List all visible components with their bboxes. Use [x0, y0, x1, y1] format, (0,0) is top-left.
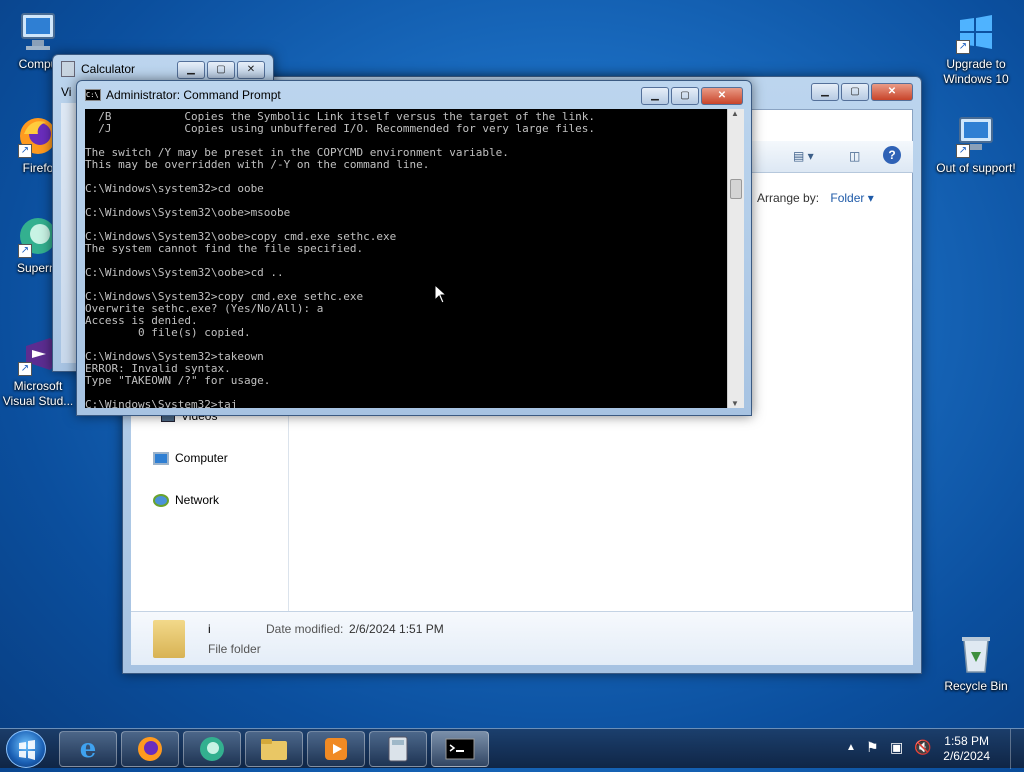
shortcut-arrow-icon: ↗ [18, 244, 32, 258]
network-tray-icon[interactable]: ▣ [890, 739, 903, 756]
volume-muted-icon[interactable]: 🔇 [914, 739, 931, 756]
details-pane: i File folder Date modified: 2/6/2024 1:… [131, 611, 913, 665]
arrange-by-label: Arrange by: [757, 191, 820, 205]
calculator-icon [388, 736, 408, 762]
calculator-title: Calculator [81, 62, 136, 76]
details-name: i [208, 622, 211, 636]
maximize-button[interactable]: ▢ [671, 87, 699, 105]
scroll-down-icon[interactable]: ▼ [731, 399, 739, 408]
minimize-button[interactable]: ▁ [811, 83, 839, 101]
desktop-icon-label: Microsoft Visual Stud... [2, 379, 74, 408]
taskbar-calculator[interactable] [369, 731, 427, 767]
arrange-by: Arrange by: Folder ▾ [757, 191, 874, 205]
maximize-button[interactable]: ▢ [207, 61, 235, 79]
computer-icon [153, 451, 169, 465]
view-options-icon[interactable]: ▤ ▾ [793, 149, 814, 163]
show-hidden-icons-icon[interactable]: ▲ [846, 742, 856, 753]
arrange-by-dropdown[interactable]: Folder ▾ [830, 191, 873, 205]
close-button[interactable]: ✕ [701, 87, 743, 105]
taskbar: e ▲ ⚑ ▣ 🔇 1:58 PM 2/6/2024 [0, 728, 1024, 769]
desktop-icon-out-of-support[interactable]: ↗ Out of support! [936, 114, 1016, 176]
desktop-icon-upgrade[interactable]: ↗ Upgrade to Windows 10 [936, 10, 1016, 87]
nav-item-computer[interactable]: Computer [153, 451, 228, 465]
clock-time: 1:58 PM [944, 734, 989, 748]
ie-icon: e [79, 734, 97, 764]
desktop-icon-recycle-bin[interactable]: Recycle Bin [936, 632, 1016, 694]
firefox-icon [138, 737, 162, 761]
action-center-flag-icon[interactable]: ⚑ [866, 739, 879, 756]
computer-warning-icon: ↗ [954, 114, 998, 158]
show-desktop-button[interactable] [1010, 729, 1024, 769]
minimize-button[interactable]: ▁ [177, 61, 205, 79]
desktop-icon-label: Recycle Bin [944, 679, 1008, 693]
desktop-icon-label: Firefo [22, 161, 54, 175]
close-button[interactable]: ✕ [871, 83, 913, 101]
desktop-icon-label: Upgrade to Windows 10 [943, 57, 1009, 86]
scroll-up-icon[interactable]: ▲ [731, 109, 739, 118]
cmd-console[interactable]: /B Copies the Symbolic Link itself versu… [85, 109, 727, 408]
nav-item-network[interactable]: Network [153, 493, 219, 507]
close-button[interactable]: ✕ [237, 61, 265, 79]
calculator-menu[interactable]: Vi [61, 85, 71, 99]
cmd-output: /B Copies the Symbolic Link itself versu… [85, 110, 595, 409]
computer-icon [16, 10, 60, 54]
maximize-button[interactable]: ▢ [841, 83, 869, 101]
taskbar-internet-explorer[interactable]: e [59, 731, 117, 767]
mouse-cursor-icon [434, 284, 448, 304]
cmd-scrollbar[interactable]: ▲ ▼ [727, 109, 744, 408]
shortcut-arrow-icon: ↗ [956, 40, 970, 54]
help-icon[interactable]: ? [883, 146, 901, 164]
taskbar-app[interactable] [183, 731, 241, 767]
calculator-icon [61, 61, 75, 77]
taskbar-explorer[interactable] [245, 731, 303, 767]
shortcut-arrow-icon: ↗ [18, 144, 32, 158]
details-type: File folder [208, 642, 261, 656]
shortcut-arrow-icon: ↗ [956, 144, 970, 158]
cmd-icon [445, 738, 475, 760]
details-date-value: 2/6/2024 1:51 PM [349, 622, 444, 636]
cmd-icon: C:\ [85, 89, 101, 101]
start-button[interactable] [6, 730, 46, 768]
media-icon [325, 738, 347, 760]
folder-icon [261, 739, 287, 760]
taskbar-media-player[interactable] [307, 731, 365, 767]
folder-icon [153, 620, 185, 658]
taskbar-firefox[interactable] [121, 731, 179, 767]
windows-logo-icon [19, 740, 35, 760]
shortcut-arrow-icon: ↗ [18, 362, 32, 376]
app-icon [200, 737, 224, 761]
recycle-bin-icon [954, 632, 998, 676]
minimize-button[interactable]: ▁ [641, 87, 669, 105]
network-icon [153, 493, 169, 507]
details-date-label: Date modified: [266, 622, 344, 636]
command-prompt-window[interactable]: C:\ Administrator: Command Prompt ▁ ▢ ✕ … [76, 80, 752, 416]
scroll-thumb[interactable] [730, 179, 742, 199]
preview-pane-icon[interactable]: ◫ [849, 149, 860, 163]
desktop-icon-label: Out of support! [936, 161, 1016, 175]
cmd-title: Administrator: Command Prompt [106, 88, 281, 102]
clock[interactable]: 1:58 PM 2/6/2024 [943, 734, 990, 764]
windows-logo-icon: ↗ [954, 10, 998, 54]
clock-date: 2/6/2024 [943, 749, 990, 763]
taskbar-command-prompt[interactable] [431, 731, 489, 767]
